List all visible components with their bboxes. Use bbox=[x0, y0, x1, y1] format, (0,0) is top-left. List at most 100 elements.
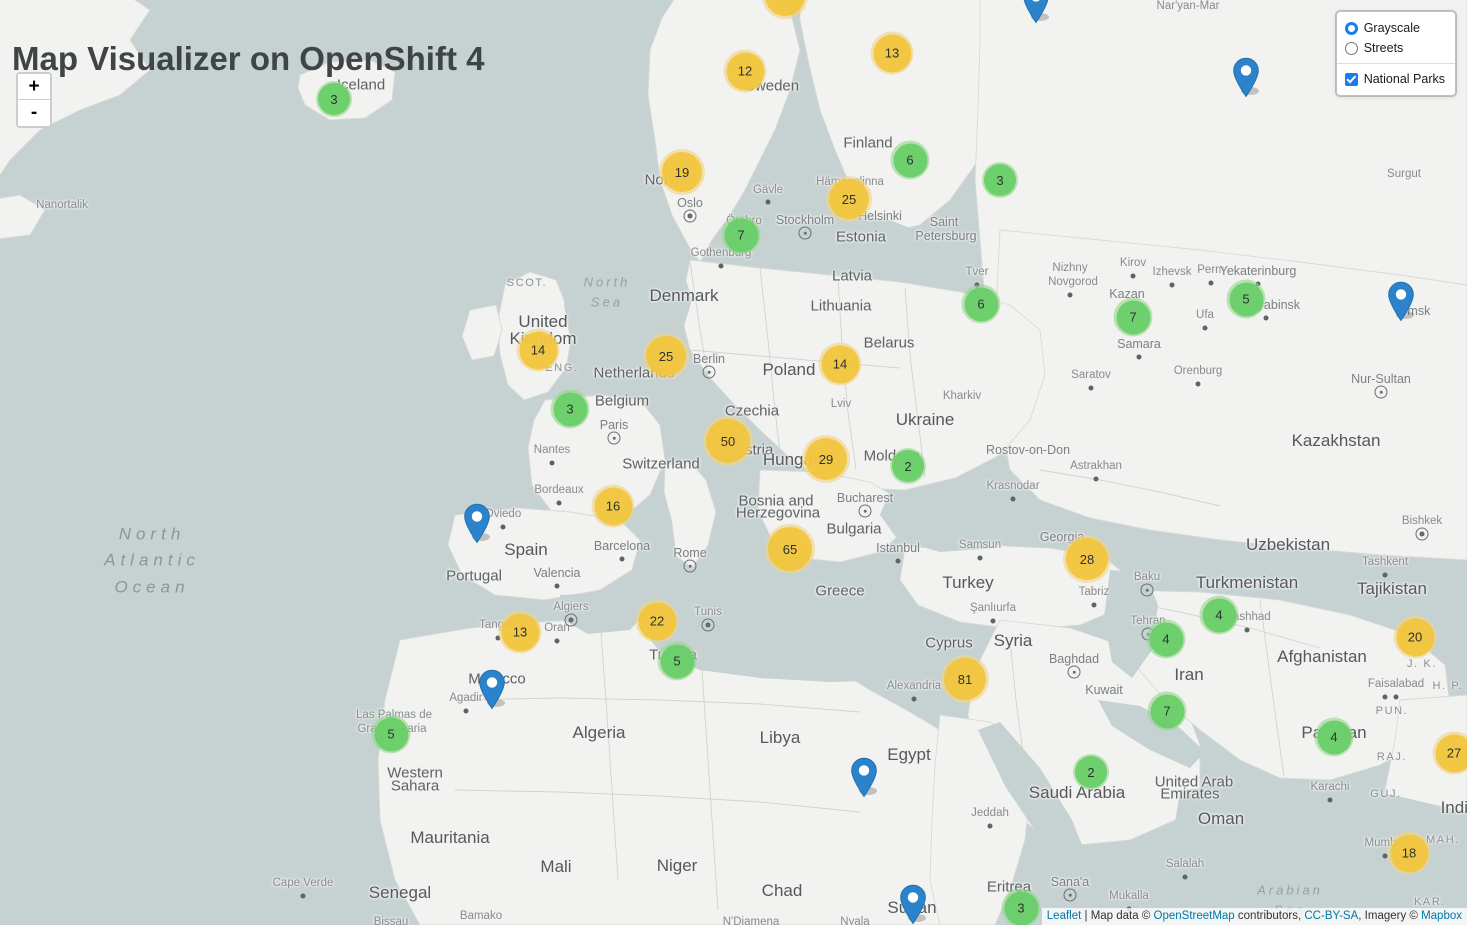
cluster-marker-count: 18 bbox=[1390, 834, 1428, 872]
cluster-marker[interactable]: 25 bbox=[826, 176, 872, 222]
cluster-marker-count: 13 bbox=[501, 613, 539, 651]
cluster-marker-count: 13 bbox=[873, 34, 911, 72]
cluster-marker[interactable]: 3 bbox=[551, 390, 590, 429]
cluster-marker-count: 3 bbox=[1004, 891, 1038, 925]
cluster-marker-count: 81 bbox=[944, 658, 986, 700]
cluster-marker[interactable]: 16 bbox=[592, 485, 635, 528]
attr-mapdata: Map data © bbox=[1091, 910, 1154, 922]
cluster-marker[interactable]: 4 bbox=[1315, 718, 1354, 757]
cluster-marker-count: 7 bbox=[1116, 300, 1150, 334]
cluster-marker-count: 4 bbox=[1149, 622, 1183, 656]
cluster-marker[interactable]: 6 bbox=[891, 141, 930, 180]
cluster-marker[interactable]: 14 bbox=[517, 329, 560, 372]
cluster-marker[interactable]: 28 bbox=[1063, 535, 1111, 583]
cluster-marker-count: 3 bbox=[984, 164, 1016, 196]
checkbox-checked-icon[interactable] bbox=[1345, 73, 1358, 86]
cluster-marker-count: 7 bbox=[1150, 694, 1184, 728]
cluster-marker-count: 22 bbox=[638, 602, 676, 640]
location-pin-marker[interactable] bbox=[463, 503, 491, 544]
cluster-marker-count: 5 bbox=[660, 644, 694, 678]
cluster-marker-count: 5 bbox=[1229, 282, 1263, 316]
base-layer-grayscale[interactable]: Grayscale bbox=[1345, 18, 1445, 38]
map-application: IcelandNanortalikNar'yan-MarSurgutSweden… bbox=[0, 0, 1467, 925]
cluster-marker[interactable]: 4 bbox=[1200, 596, 1239, 635]
zoom-in-button[interactable]: + bbox=[18, 74, 50, 100]
cluster-marker[interactable]: 81 bbox=[941, 655, 989, 703]
cluster-marker-count: 4 bbox=[1202, 598, 1236, 632]
cluster-marker[interactable]: 18 bbox=[1388, 832, 1431, 875]
location-pin-marker[interactable] bbox=[899, 884, 927, 925]
cluster-marker[interactable]: 7 bbox=[1114, 298, 1153, 337]
base-layer-grayscale-label: Grayscale bbox=[1364, 18, 1420, 38]
cluster-marker-count: 14 bbox=[821, 345, 859, 383]
cluster-marker-count: 65 bbox=[768, 527, 812, 571]
license-link[interactable]: CC-BY-SA bbox=[1304, 910, 1358, 922]
base-layer-streets[interactable]: Streets bbox=[1345, 38, 1445, 58]
cluster-marker-count: 28 bbox=[1066, 538, 1108, 580]
overlay-national-parks-label: National Parks bbox=[1364, 69, 1445, 89]
cluster-marker[interactable]: 3 bbox=[982, 162, 1018, 198]
cluster-marker[interactable]: 7 bbox=[722, 216, 761, 255]
cluster-marker-count: 12 bbox=[726, 52, 764, 90]
cluster-marker[interactable]: 5 bbox=[1227, 280, 1266, 319]
cluster-marker-count: 3 bbox=[553, 392, 587, 426]
cluster-marker-count: 7 bbox=[724, 218, 758, 252]
location-pin-marker[interactable] bbox=[1387, 281, 1415, 322]
cluster-marker[interactable]: 27 bbox=[1433, 732, 1467, 775]
cluster-marker-count: 5 bbox=[374, 717, 408, 751]
cluster-marker[interactable]: 50 bbox=[703, 416, 753, 466]
cluster-marker-count: 25 bbox=[829, 179, 869, 219]
openstreetmap-link[interactable]: OpenStreetMap bbox=[1154, 910, 1235, 922]
cluster-marker-count: 4 bbox=[1317, 720, 1351, 754]
cluster-marker-count: 3 bbox=[318, 83, 350, 115]
cluster-marker-count: 25 bbox=[646, 336, 686, 376]
cluster-marker-count: 50 bbox=[706, 419, 750, 463]
radio-selected-icon[interactable] bbox=[1345, 22, 1358, 35]
cluster-marker-count: 2 bbox=[892, 450, 924, 482]
layers-control[interactable]: Grayscale Streets National Parks bbox=[1335, 10, 1457, 97]
cluster-marker[interactable]: 6 bbox=[962, 285, 1001, 324]
cluster-marker[interactable]: 2 bbox=[1073, 754, 1109, 790]
mapbox-link[interactable]: Mapbox bbox=[1421, 910, 1462, 922]
cluster-marker[interactable]: 29 bbox=[802, 435, 850, 483]
cluster-marker[interactable]: 13 bbox=[871, 32, 914, 75]
cluster-marker[interactable]: 12 bbox=[724, 50, 767, 93]
attr-sep: | bbox=[1081, 910, 1090, 922]
cluster-marker[interactable]: 14 bbox=[819, 343, 862, 386]
location-pin-marker[interactable] bbox=[1232, 57, 1260, 98]
location-pin-marker[interactable] bbox=[1022, 0, 1050, 24]
cluster-marker-count: 27 bbox=[1435, 734, 1467, 772]
cluster-marker-count: 2 bbox=[1075, 756, 1107, 788]
zoom-out-button[interactable]: - bbox=[18, 100, 50, 126]
cluster-marker-count: 16 bbox=[594, 487, 632, 525]
cluster-marker-count bbox=[765, 0, 805, 16]
cluster-marker[interactable]: 2 bbox=[890, 448, 926, 484]
cluster-marker[interactable]: 3 bbox=[316, 81, 352, 117]
location-pin-marker[interactable] bbox=[478, 669, 506, 710]
cluster-marker[interactable]: 7 bbox=[1148, 692, 1187, 731]
cluster-marker-count: 14 bbox=[519, 331, 557, 369]
attribution-bar: Leaflet | Map data © OpenStreetMap contr… bbox=[1042, 908, 1467, 925]
cluster-marker[interactable]: 4 bbox=[1147, 620, 1186, 659]
cluster-marker[interactable]: 19 bbox=[659, 149, 705, 195]
layers-divider bbox=[1337, 63, 1455, 64]
cluster-marker-count: 29 bbox=[805, 438, 847, 480]
zoom-control: + - bbox=[16, 72, 52, 128]
overlay-national-parks[interactable]: National Parks bbox=[1345, 69, 1445, 89]
cluster-marker[interactable]: 3 bbox=[1002, 889, 1041, 925]
cluster-marker-count: 6 bbox=[964, 287, 998, 321]
cluster-marker[interactable]: 5 bbox=[372, 715, 411, 754]
attr-contributors: contributors, bbox=[1235, 910, 1305, 922]
cluster-marker-count: 20 bbox=[1396, 618, 1434, 656]
cluster-marker[interactable]: 20 bbox=[1394, 616, 1437, 659]
cluster-marker[interactable]: 13 bbox=[499, 611, 542, 654]
cluster-marker-count: 19 bbox=[662, 152, 702, 192]
location-pin-marker[interactable] bbox=[850, 757, 878, 798]
leaflet-link[interactable]: Leaflet bbox=[1047, 910, 1082, 922]
base-layer-streets-label: Streets bbox=[1364, 38, 1404, 58]
cluster-marker[interactable]: 65 bbox=[765, 524, 815, 574]
cluster-marker[interactable]: 25 bbox=[643, 333, 689, 379]
cluster-marker[interactable]: 22 bbox=[636, 600, 679, 643]
radio-unselected-icon[interactable] bbox=[1345, 42, 1358, 55]
cluster-marker[interactable]: 5 bbox=[658, 642, 697, 681]
